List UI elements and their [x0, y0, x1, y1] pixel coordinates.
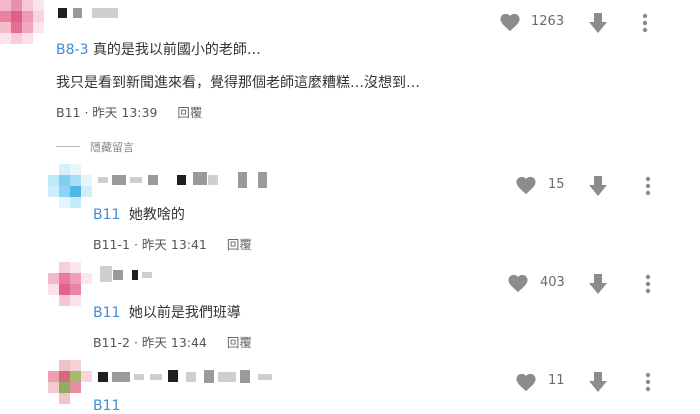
reply-meta: B11-2 · 昨天 13:44 回覆: [93, 335, 252, 350]
more-vertical-icon[interactable]: [645, 372, 651, 392]
like-count: 403: [540, 275, 565, 290]
heart-icon[interactable]: [507, 273, 529, 293]
like-count: 15: [548, 177, 565, 192]
reply-meta: B11-1 · 昨天 13:41 回覆: [93, 237, 252, 252]
reply-body: B11 她以前是我們班導: [93, 305, 241, 321]
divider: [56, 146, 80, 147]
heart-icon[interactable]: [515, 372, 537, 392]
reply-body: B11: [93, 398, 120, 414]
avatar[interactable]: [48, 360, 92, 404]
comment-body-line2: 我只是看到新聞進來看，覺得那個老師這麼糟糕…沒想到…: [56, 75, 420, 91]
like-count: 1263: [531, 14, 565, 29]
reply-button[interactable]: 回覆: [227, 335, 252, 350]
timestamp: 昨天 13:41: [141, 237, 207, 252]
floor-number: B11-1: [93, 237, 130, 252]
reply-button[interactable]: 回覆: [177, 105, 202, 120]
thumb-down-arrow-icon[interactable]: [588, 273, 608, 295]
avatar[interactable]: [48, 164, 92, 208]
reply-body: B11 她教啥的: [93, 207, 185, 223]
thumb-down-arrow-icon[interactable]: [588, 12, 608, 34]
more-vertical-icon[interactable]: [645, 274, 651, 294]
avatar[interactable]: [48, 262, 92, 306]
reply-button[interactable]: 回覆: [227, 237, 252, 252]
avatar[interactable]: [0, 0, 44, 44]
hidden-comments-toggle[interactable]: 隱藏留言: [90, 139, 134, 155]
mention-tag[interactable]: B11: [93, 398, 120, 414]
timestamp: 昨天 13:44: [141, 335, 207, 350]
mention-tag[interactable]: B8-3: [56, 42, 88, 58]
comment-body-line1: B8-3 真的是我以前國小的老師…: [56, 42, 261, 58]
more-vertical-icon[interactable]: [642, 13, 648, 33]
floor-number: B11-2: [93, 335, 130, 350]
floor-number: B11: [56, 105, 81, 120]
thumb-down-arrow-icon[interactable]: [588, 175, 608, 197]
like-count: 11: [548, 373, 565, 388]
timestamp: 昨天 13:39: [92, 105, 158, 120]
heart-icon[interactable]: [499, 12, 521, 32]
comment-meta: B11 · 昨天 13:39 回覆: [56, 105, 203, 120]
mention-tag[interactable]: B11: [93, 207, 120, 223]
thumb-down-arrow-icon[interactable]: [588, 371, 608, 393]
more-vertical-icon[interactable]: [645, 176, 651, 196]
heart-icon[interactable]: [515, 175, 537, 195]
mention-tag[interactable]: B11: [93, 305, 120, 321]
